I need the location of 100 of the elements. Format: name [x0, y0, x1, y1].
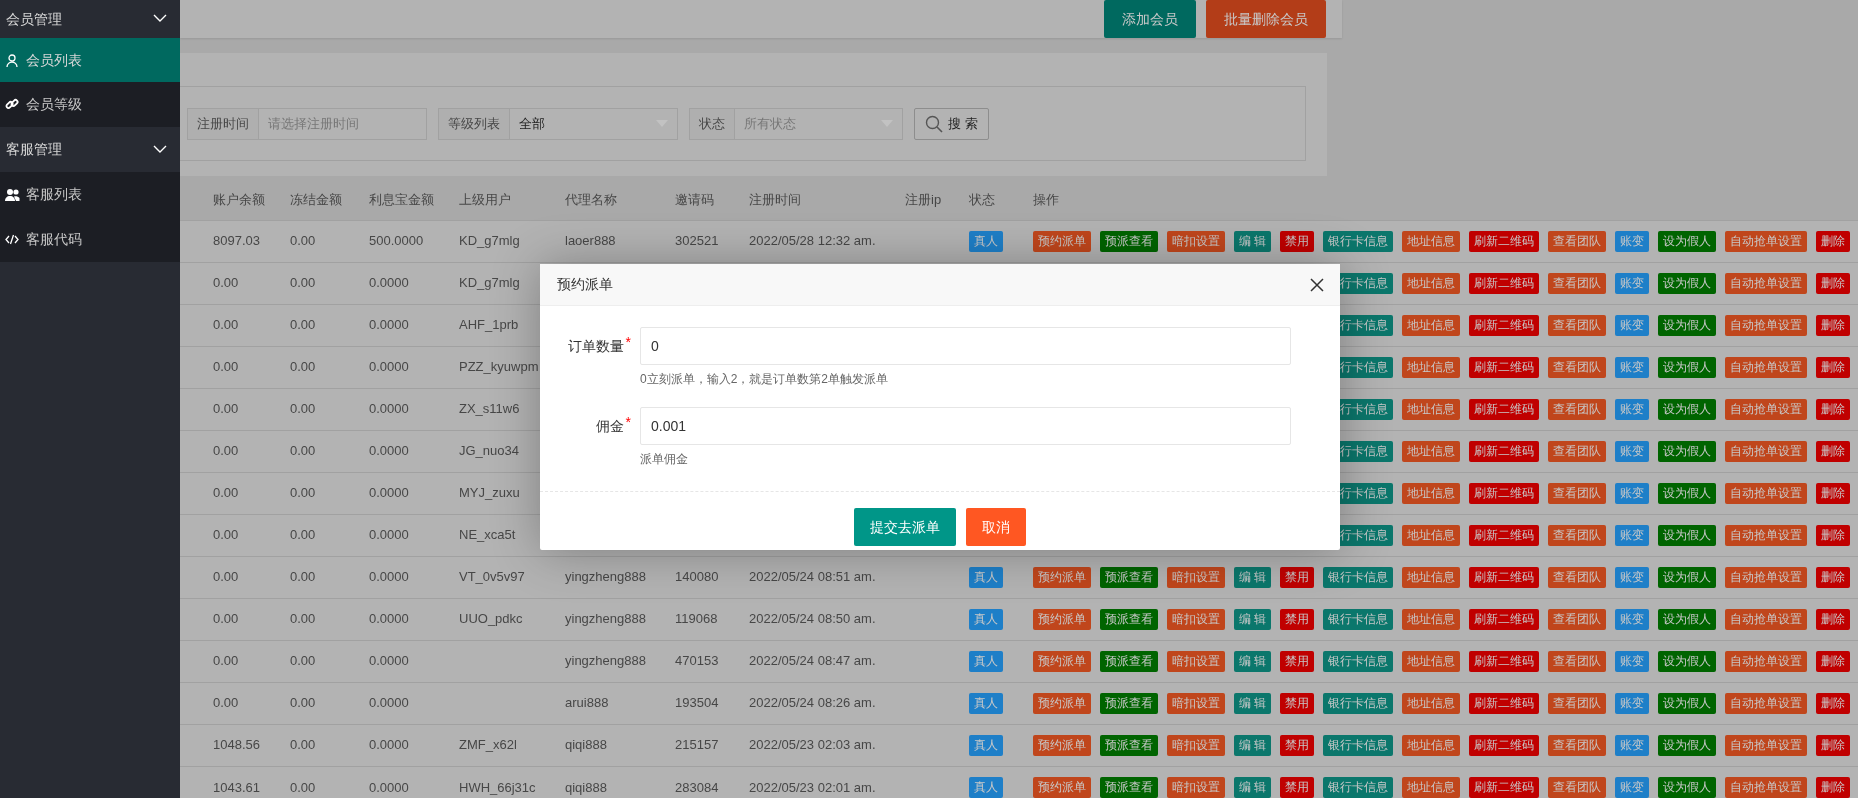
sidebar-item[interactable]: 会员等级	[0, 82, 180, 127]
action-button[interactable]: 刷新二维码	[1469, 692, 1540, 714]
menu-group[interactable]: 客服管理	[0, 127, 180, 172]
action-button[interactable]: 编 辑	[1234, 608, 1272, 630]
action-button[interactable]: 地址信息	[1402, 608, 1461, 630]
action-button[interactable]: 禁用	[1280, 692, 1315, 714]
action-button[interactable]: 暗扣设置	[1167, 650, 1225, 672]
action-button[interactable]: 地址信息	[1402, 650, 1461, 672]
action-button[interactable]: 地址信息	[1402, 692, 1461, 714]
action-button[interactable]: 设为假人	[1658, 314, 1716, 336]
action-button[interactable]: 编 辑	[1234, 692, 1272, 714]
action-button[interactable]: 设为假人	[1658, 776, 1717, 798]
action-button[interactable]: 自动抢单设置	[1725, 356, 1807, 378]
input-field[interactable]: 0.001	[640, 407, 1291, 445]
action-button[interactable]: 账变	[1615, 440, 1649, 462]
action-button[interactable]: 预约派单	[1033, 692, 1091, 714]
action-button[interactable]: 编 辑	[1234, 650, 1272, 672]
action-button[interactable]: 预派查看	[1100, 566, 1158, 588]
action-button[interactable]: 暗扣设置	[1167, 692, 1225, 714]
action-button[interactable]: 账变	[1615, 230, 1650, 252]
action-button[interactable]: 删除	[1816, 734, 1851, 756]
action-button[interactable]: 暗扣设置	[1167, 776, 1225, 798]
close-icon[interactable]	[1310, 277, 1324, 292]
date-field[interactable]: 请选择注册时间	[259, 107, 427, 140]
sidebar-item[interactable]: 客服列表	[0, 172, 180, 217]
action-button[interactable]: 查看团队	[1548, 482, 1606, 504]
action-button[interactable]: 查看团队	[1548, 440, 1606, 462]
toolbar-button[interactable]: 批量删除会员	[1206, 0, 1326, 38]
action-button[interactable]: 设为假人	[1658, 650, 1717, 672]
action-button[interactable]: 自动抢单设置	[1725, 314, 1807, 336]
action-button[interactable]: 删除	[1816, 692, 1851, 714]
action-button[interactable]: 自动抢单设置	[1725, 272, 1807, 294]
action-button[interactable]: 查看团队	[1548, 650, 1607, 672]
action-button[interactable]: 设为假人	[1658, 230, 1717, 252]
input-field[interactable]: 0	[640, 327, 1291, 365]
action-button[interactable]: 账变	[1615, 692, 1650, 714]
action-button[interactable]: 刷新二维码	[1469, 650, 1540, 672]
action-button[interactable]: 刷新二维码	[1469, 356, 1539, 378]
action-button[interactable]: 刷新二维码	[1469, 314, 1539, 336]
action-button[interactable]: 账变	[1615, 608, 1650, 630]
action-button[interactable]: 刷新二维码	[1469, 440, 1539, 462]
action-button[interactable]: 暗扣设置	[1167, 734, 1225, 756]
sidebar-item[interactable]: 客服代码	[0, 217, 180, 262]
action-button[interactable]: 账变	[1615, 734, 1650, 756]
action-button[interactable]: 地址信息	[1402, 734, 1461, 756]
action-button[interactable]: 预约派单	[1033, 566, 1091, 588]
action-button[interactable]: 账变	[1615, 398, 1649, 420]
action-button[interactable]: 刷新二维码	[1469, 272, 1539, 294]
action-button[interactable]: 设为假人	[1658, 734, 1717, 756]
action-button[interactable]: 账变	[1615, 356, 1649, 378]
action-button[interactable]: 地址信息	[1402, 566, 1461, 588]
action-button[interactable]: 删除	[1816, 314, 1850, 336]
action-button[interactable]: 预派查看	[1100, 776, 1158, 798]
action-button[interactable]: 查看团队	[1548, 566, 1607, 588]
search-button[interactable]: 搜 索	[914, 107, 989, 140]
action-button[interactable]: 禁用	[1280, 650, 1315, 672]
action-button[interactable]: 刷新二维码	[1469, 566, 1540, 588]
action-button[interactable]: 刷新二维码	[1469, 524, 1539, 546]
action-button[interactable]: 账变	[1615, 314, 1649, 336]
action-button[interactable]: 账变	[1615, 482, 1649, 504]
action-button[interactable]: 地址信息	[1402, 524, 1460, 546]
action-button[interactable]: 查看团队	[1548, 356, 1606, 378]
action-button[interactable]: 刷新二维码	[1469, 608, 1540, 630]
action-button[interactable]: 自动抢单设置	[1725, 566, 1808, 588]
dialog-button[interactable]: 取消	[966, 508, 1026, 546]
action-button[interactable]: 设为假人	[1658, 272, 1716, 294]
action-button[interactable]: 暗扣设置	[1167, 608, 1225, 630]
action-button[interactable]: 刷新二维码	[1469, 230, 1540, 252]
action-button[interactable]: 自动抢单设置	[1725, 440, 1807, 462]
action-button[interactable]: 自动抢单设置	[1725, 692, 1808, 714]
action-button[interactable]: 自动抢单设置	[1725, 650, 1808, 672]
action-button[interactable]: 预约派单	[1033, 734, 1091, 756]
dialog-button[interactable]: 提交去派单	[854, 508, 956, 546]
action-button[interactable]: 查看团队	[1548, 734, 1607, 756]
action-button[interactable]: 预派查看	[1100, 230, 1158, 252]
action-button[interactable]: 禁用	[1280, 230, 1315, 252]
action-button[interactable]: 账变	[1615, 776, 1650, 798]
action-button[interactable]: 地址信息	[1402, 440, 1460, 462]
action-button[interactable]: 查看团队	[1548, 272, 1606, 294]
action-button[interactable]: 查看团队	[1548, 398, 1606, 420]
action-button[interactable]: 查看团队	[1548, 692, 1607, 714]
action-button[interactable]: 自动抢单设置	[1725, 734, 1808, 756]
action-button[interactable]: 预约派单	[1033, 608, 1091, 630]
action-button[interactable]: 自动抢单设置	[1725, 524, 1807, 546]
select-field[interactable]: 全部	[510, 107, 678, 140]
action-button[interactable]: 禁用	[1280, 734, 1315, 756]
action-button[interactable]: 银行卡信息	[1323, 734, 1394, 756]
action-button[interactable]: 禁用	[1280, 566, 1315, 588]
action-button[interactable]: 删除	[1816, 230, 1851, 252]
action-button[interactable]: 地址信息	[1402, 482, 1460, 504]
action-button[interactable]: 编 辑	[1234, 734, 1272, 756]
action-button[interactable]: 删除	[1816, 482, 1850, 504]
action-button[interactable]: 预派查看	[1100, 650, 1158, 672]
action-button[interactable]: 预约派单	[1033, 776, 1091, 798]
action-button[interactable]: 删除	[1816, 272, 1850, 294]
action-button[interactable]: 账变	[1615, 272, 1649, 294]
action-button[interactable]: 刷新二维码	[1469, 398, 1539, 420]
menu-group[interactable]: 会员管理	[0, 0, 180, 38]
action-button[interactable]: 刷新二维码	[1469, 482, 1539, 504]
action-button[interactable]: 刷新二维码	[1469, 734, 1540, 756]
